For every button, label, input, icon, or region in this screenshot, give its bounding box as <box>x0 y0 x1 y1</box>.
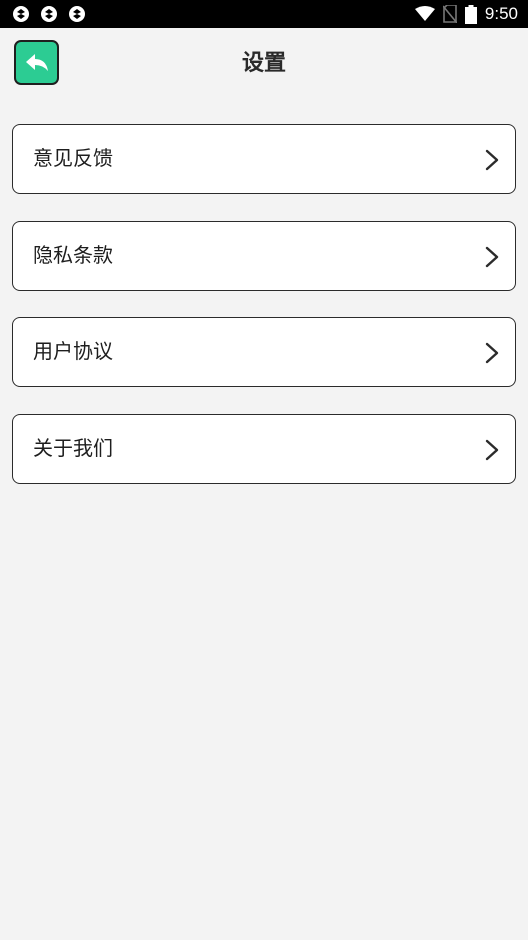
page-title: 设置 <box>241 51 286 76</box>
app-notification-icon <box>41 6 57 22</box>
status-bar: 9:50 <box>0 0 528 28</box>
app-notification-icon <box>13 6 29 22</box>
menu-item-label: 意见反馈 <box>33 146 113 170</box>
chevron-right-icon <box>485 342 499 364</box>
menu-item-label: 用户协议 <box>33 339 113 363</box>
app-notification-icon <box>69 6 85 22</box>
wifi-icon <box>414 6 435 21</box>
notification-icons <box>12 5 86 23</box>
status-time: 9:50 <box>484 4 518 23</box>
chevron-right-icon <box>485 439 499 461</box>
menu-item-feedback[interactable]: 意见反馈 <box>12 124 516 194</box>
menu-item-user-agreement[interactable]: 用户协议 <box>12 317 516 387</box>
menu-item-about-us[interactable]: 关于我们 <box>12 414 516 484</box>
chevron-right-icon <box>485 149 499 171</box>
menu-item-label: 隐私条款 <box>33 243 113 267</box>
no-sim-icon <box>442 5 457 23</box>
battery-icon <box>464 4 477 24</box>
chevron-right-icon <box>485 246 499 268</box>
menu-item-privacy[interactable]: 隐私条款 <box>12 221 516 291</box>
menu-item-label: 关于我们 <box>33 436 113 460</box>
system-icons: 9:50 <box>414 4 518 24</box>
